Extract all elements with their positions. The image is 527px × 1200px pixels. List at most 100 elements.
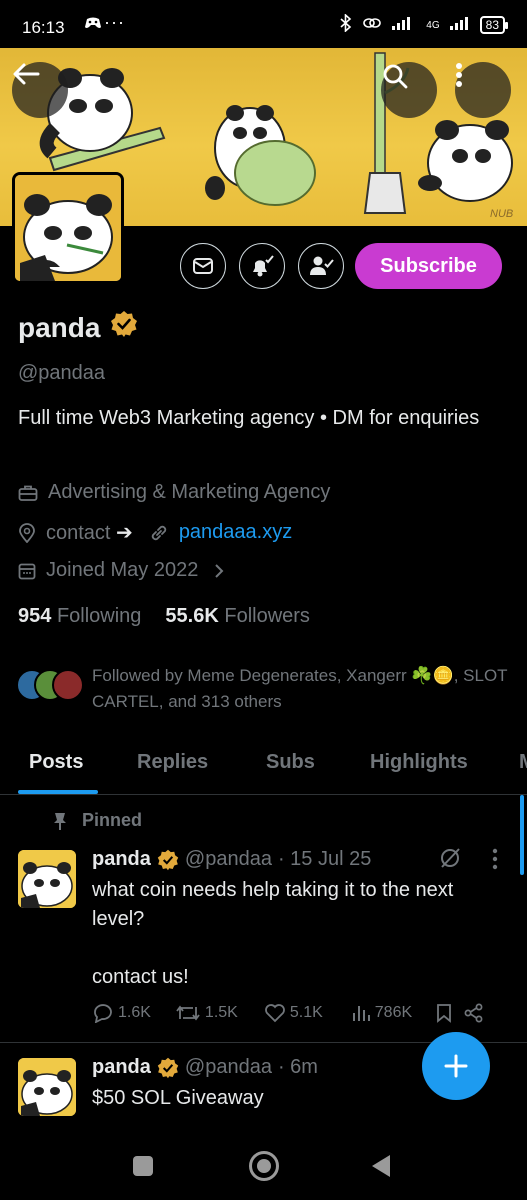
arrow-right-icon: ➔ [116, 522, 133, 544]
bookmark-icon [437, 1004, 452, 1023]
post-header: panda @pandaa · 15 Jul 25 [92, 848, 371, 871]
profile-avatar[interactable] [12, 172, 124, 284]
post-text: what coin needs help taking it to the ne… [92, 879, 454, 930]
post-header-2: panda @pandaa · 6m [92, 1056, 318, 1079]
reply-button[interactable]: 1.6K [92, 1003, 151, 1023]
views-button[interactable]: 786K [351, 1004, 412, 1022]
more-notifications-icon: ··· [104, 12, 125, 32]
link-icon [362, 15, 382, 35]
post-text: $50 SOL Giveaway [92, 1087, 264, 1109]
profile-tabs: Posts Replies Subs Highlights M [0, 735, 527, 795]
like-button[interactable]: 5.1K [264, 1003, 323, 1023]
post-author-handle[interactable]: @pandaa [185, 1056, 272, 1079]
subscribe-button[interactable]: Subscribe [355, 243, 502, 289]
profile-joined-row[interactable]: Joined May 2022 [18, 559, 224, 582]
signal-icon [392, 16, 416, 34]
followed-by-text: Followed by Meme Degenerates, Xangerr ☘️… [92, 666, 508, 711]
heart-icon [264, 1004, 285, 1023]
bluetooth-icon [340, 13, 352, 36]
post-more-icon[interactable] [492, 848, 498, 875]
verified-badge-icon [157, 849, 179, 870]
briefcase-icon [18, 485, 38, 501]
mail-icon [193, 258, 213, 274]
bell-check-icon [253, 255, 274, 277]
pinned-label-row: Pinned [52, 810, 142, 831]
game-controller-icon [84, 16, 102, 35]
back-triangle-icon [372, 1155, 390, 1177]
tab-posts[interactable]: Posts [29, 751, 83, 774]
status-time: 16:13 [22, 18, 65, 37]
post-timestamp: · 6m [277, 1056, 318, 1078]
back-arrow-icon [13, 63, 40, 85]
views-chart-icon [352, 1006, 370, 1021]
active-tab-indicator [18, 790, 98, 794]
more-vertical-icon [456, 63, 462, 87]
profile-name: panda [18, 311, 101, 343]
reply-icon [94, 1004, 112, 1023]
tab-media[interactable]: M [519, 751, 527, 774]
follower-avatar-3 [52, 669, 84, 701]
followers-count-link[interactable]: 55.6K Followers [165, 605, 310, 628]
message-button[interactable] [180, 243, 226, 289]
battery-indicator: 83 [479, 16, 509, 34]
recent-apps-button[interactable] [133, 1156, 153, 1176]
contact-link[interactable]: contact ➔ [46, 520, 133, 545]
bookmark-button[interactable] [436, 1003, 452, 1023]
more-options-button[interactable] [455, 62, 511, 118]
follower-avatars [16, 669, 84, 705]
compose-post-button[interactable] [422, 1032, 490, 1100]
verified-badge-icon [110, 310, 138, 345]
network-type: 4G [426, 19, 440, 31]
back-button[interactable] [12, 62, 68, 118]
followed-by-row[interactable]: Followed by Meme Degenerates, Xangerr ☘️… [16, 663, 512, 715]
home-button[interactable] [249, 1151, 279, 1181]
post-timestamp: · 15 Jul 25 [277, 848, 372, 870]
link-icon [151, 525, 166, 540]
tab-subs[interactable]: Subs [266, 751, 315, 774]
system-nav-bar [0, 1136, 527, 1200]
notifications-button[interactable] [239, 243, 285, 289]
post-avatar[interactable] [18, 850, 76, 908]
tab-replies[interactable]: Replies [137, 751, 208, 774]
share-icon [464, 1003, 483, 1023]
profile-category-row: Advertising & Marketing Agency [18, 481, 330, 504]
joined-date: Joined May 2022 [46, 559, 199, 581]
follow-counts: 954 Following 55.6K Followers [18, 605, 310, 628]
following-count-link[interactable]: 954 Following [18, 605, 141, 628]
person-check-icon [310, 256, 334, 275]
post-author-name[interactable]: panda [92, 848, 151, 871]
signal-icon-2 [449, 16, 470, 34]
profile-bio: Full time Web3 Marketing agency • DM for… [18, 407, 480, 429]
profile-category: Advertising & Marketing Agency [48, 481, 331, 503]
post-author-handle[interactable]: @pandaa [185, 848, 272, 871]
back-nav-button[interactable] [370, 1153, 392, 1184]
share-button[interactable] [464, 1003, 484, 1023]
profile-name-row: panda [18, 310, 138, 345]
verified-badge-icon [157, 1057, 179, 1078]
post-text-2: contact us! [92, 966, 189, 988]
tab-highlights[interactable]: Highlights [370, 751, 468, 774]
panda-avatar-image [15, 175, 121, 281]
scroll-indicator [520, 795, 524, 875]
chevron-right-icon [215, 563, 224, 578]
search-icon [383, 64, 408, 89]
pinned-label: Pinned [82, 810, 143, 830]
post-author-name[interactable]: panda [92, 1056, 151, 1079]
following-button[interactable] [298, 243, 344, 289]
website-link[interactable]: pandaaa.xyz [179, 521, 292, 544]
panda-avatar-image [18, 850, 76, 908]
repost-button[interactable]: 1.5K [175, 1003, 238, 1023]
location-pin-icon [19, 522, 35, 543]
post-avatar-2[interactable] [18, 1058, 76, 1116]
search-button[interactable] [381, 62, 437, 118]
plus-icon [444, 1054, 468, 1078]
banner-signature: NUB [490, 208, 514, 220]
home-dot-icon [257, 1159, 271, 1173]
grok-icon[interactable] [438, 846, 462, 875]
panda-avatar-image [18, 1058, 76, 1116]
repost-icon [176, 1005, 200, 1021]
profile-handle: @pandaa [18, 362, 106, 384]
status-bar: 16:13 ··· 4G 83 [0, 0, 527, 48]
pin-icon [54, 812, 66, 830]
profile-links-row: contact ➔ pandaaa.xyz [18, 520, 292, 545]
